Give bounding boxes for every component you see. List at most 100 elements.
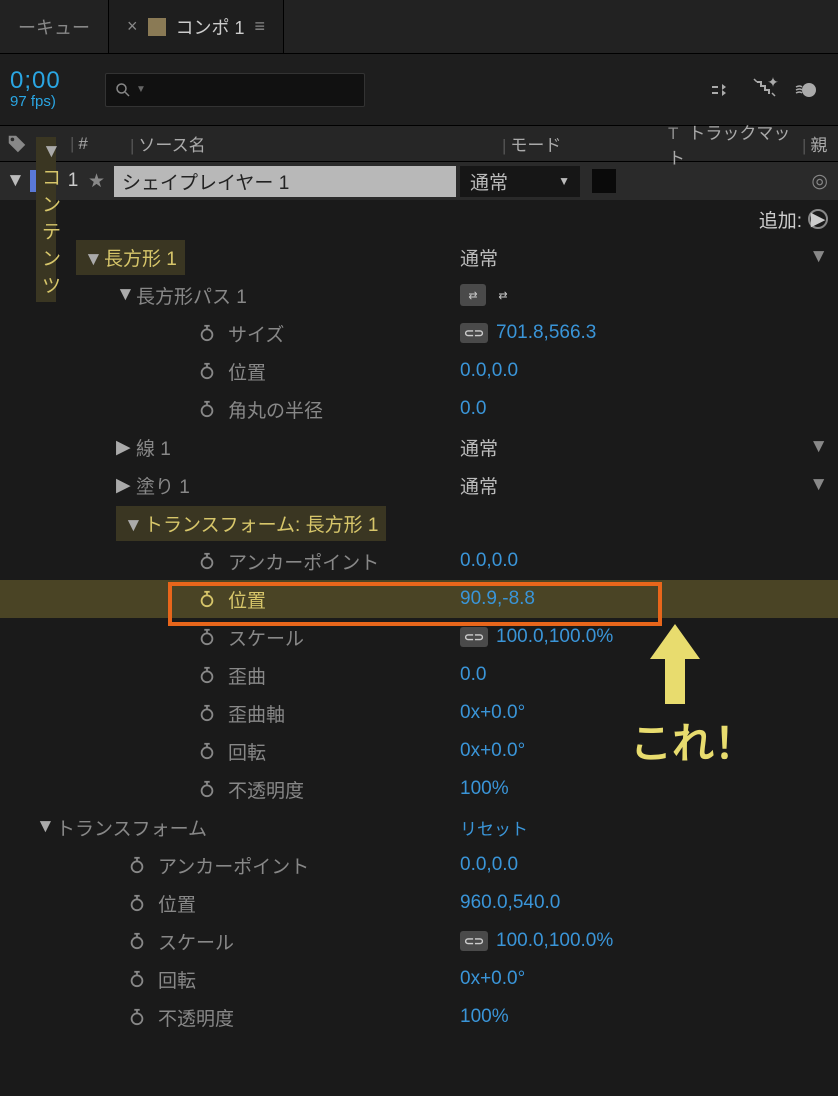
roundness-row[interactable]: 角丸の半径 0.0 — [0, 390, 838, 428]
motion-blur-icon[interactable] — [792, 75, 822, 105]
path-direction-icon-2[interactable]: ⇄ — [490, 284, 516, 306]
stopwatch-icon[interactable] — [196, 360, 218, 382]
main-opacity-row[interactable]: 不透明度 100% — [0, 998, 838, 1036]
xf-skew-row[interactable]: 歪曲 0.0 — [0, 656, 838, 694]
annotation-arrow-icon — [640, 624, 710, 714]
layer-name[interactable]: シェイプレイヤー 1 — [114, 166, 456, 197]
stopwatch-icon[interactable] — [126, 968, 148, 990]
xf-scale-row[interactable]: スケール ⊂⊃100.0,100.0% — [0, 618, 838, 656]
col-mode[interactable]: モード — [510, 136, 561, 155]
main-anchor-row[interactable]: アンカーポイント 0.0,0.0 — [0, 846, 838, 884]
roundness-value[interactable]: 0.0 — [460, 398, 486, 420]
close-icon[interactable]: × — [127, 16, 138, 37]
chevron-down-icon: ▼ — [809, 436, 828, 458]
opacity-value[interactable]: 100% — [460, 778, 509, 800]
stopwatch-icon[interactable] — [126, 930, 148, 952]
position-value[interactable]: 90.9,-8.8 — [460, 588, 535, 610]
tab-menu-icon[interactable]: ≡ — [255, 16, 266, 37]
track-matte-swatch[interactable] — [592, 169, 616, 193]
transform-row[interactable]: ▼トランスフォーム リセット — [0, 808, 838, 846]
size-row[interactable]: サイズ ⊂⊃701.8,566.3 — [0, 314, 838, 352]
path-direction-icon[interactable]: ⇄ — [460, 284, 486, 306]
tab-comp-1[interactable]: × コンポ 1 ≡ — [109, 0, 284, 53]
stopwatch-icon[interactable] — [196, 588, 218, 610]
annotation-text: これ！ — [630, 710, 756, 771]
skewaxis-value[interactable]: 0x+0.0° — [460, 702, 525, 724]
chevron-down-icon: ▼ — [809, 474, 828, 496]
opacity-value[interactable]: 100% — [460, 1006, 509, 1028]
scale-value[interactable]: 100.0,100.0% — [496, 930, 613, 952]
fill-row[interactable]: ▶塗り 1 通常▼ — [0, 466, 838, 504]
timeline-toolbar: 0;00 97 fps) ▼ ✦ — [0, 54, 838, 126]
position-value[interactable]: 0.0,0.0 — [460, 360, 518, 382]
size-value[interactable]: 701.8,566.3 — [496, 322, 596, 344]
parent-pickwhip-icon[interactable]: ◎ — [811, 170, 828, 193]
rect-path-position-row[interactable]: 位置 0.0,0.0 — [0, 352, 838, 390]
col-track[interactable]: トラックマット — [668, 124, 790, 168]
fill-mode-dropdown[interactable]: 通常▼ — [460, 472, 838, 499]
contents-row[interactable]: ▼ コンテンツ 追加:▶ — [0, 200, 838, 238]
layer-toggle-icon[interactable]: ▼ — [6, 170, 24, 192]
stopwatch-icon[interactable] — [126, 1006, 148, 1028]
anchor-value[interactable]: 0.0,0.0 — [460, 550, 518, 572]
rectangle-group-row[interactable]: ▼長方形 1 通常▼ — [0, 238, 838, 276]
rect-path-row[interactable]: ▼長方形パス 1 ⇄⇄ — [0, 276, 838, 314]
tab-queue[interactable]: ーキュー — [0, 0, 109, 53]
search-icon — [114, 81, 132, 99]
anchor-value[interactable]: 0.0,0.0 — [460, 854, 518, 876]
add-button[interactable]: 追加:▶ — [759, 206, 828, 233]
stopwatch-icon[interactable] — [196, 664, 218, 686]
column-headers: |# |ソース名 |モード Tトラックマット |親 — [0, 126, 838, 162]
tag-icon[interactable] — [6, 133, 28, 155]
stroke-mode-dropdown[interactable]: 通常▼ — [460, 434, 838, 461]
main-position-row[interactable]: 位置 960.0,540.0 — [0, 884, 838, 922]
xf-position-row-selected[interactable]: 位置 90.9,-8.8 — [0, 580, 838, 618]
stopwatch-icon[interactable] — [196, 550, 218, 572]
col-parent[interactable]: 親 — [810, 136, 827, 155]
rect-mode-dropdown[interactable]: 通常▼ — [460, 244, 838, 271]
position-value[interactable]: 960.0,540.0 — [460, 892, 560, 914]
link-icon[interactable]: ⊂⊃ — [460, 931, 488, 951]
xf-opacity-row[interactable]: 不透明度 100% — [0, 770, 838, 808]
add-icon: ▶ — [808, 209, 828, 229]
main-rotation-row[interactable]: 回転 0x+0.0° — [0, 960, 838, 998]
toggle-icon[interactable]: ▶ — [116, 436, 136, 459]
stroke-row[interactable]: ▶線 1 通常▼ — [0, 428, 838, 466]
stopwatch-icon[interactable] — [196, 626, 218, 648]
toggle-icon[interactable]: ▼ — [84, 249, 104, 271]
rotation-value[interactable]: 0x+0.0° — [460, 740, 525, 762]
col-number[interactable]: # — [78, 134, 87, 153]
xf-anchor-row[interactable]: アンカーポイント 0.0,0.0 — [0, 542, 838, 580]
tab-bar: ーキュー × コンポ 1 ≡ — [0, 0, 838, 54]
graph-editor-icon[interactable] — [708, 75, 738, 105]
link-icon[interactable]: ⊂⊃ — [460, 627, 488, 647]
col-t[interactable]: T — [668, 124, 678, 143]
search-input[interactable]: ▼ — [105, 73, 365, 107]
skew-value[interactable]: 0.0 — [460, 664, 486, 686]
layer-row[interactable]: ▼ 1 ★ シェイプレイヤー 1 通常▼ ◎ — [0, 162, 838, 200]
link-icon[interactable]: ⊂⊃ — [460, 323, 488, 343]
toggle-icon[interactable]: ▼ — [124, 515, 144, 537]
stopwatch-icon[interactable] — [126, 854, 148, 876]
stopwatch-icon[interactable] — [196, 778, 218, 800]
rotation-value[interactable]: 0x+0.0° — [460, 968, 525, 990]
shy-icon[interactable]: ✦ — [750, 75, 780, 105]
layer-number: 1 — [58, 170, 88, 192]
toggle-icon[interactable]: ▶ — [116, 474, 136, 497]
fps-label: 97 fps) — [10, 93, 95, 110]
stopwatch-icon[interactable] — [196, 740, 218, 762]
scale-value[interactable]: 100.0,100.0% — [496, 626, 613, 648]
stopwatch-icon[interactable] — [196, 702, 218, 724]
main-scale-row[interactable]: スケール ⊂⊃100.0,100.0% — [0, 922, 838, 960]
reset-link[interactable]: リセット — [460, 815, 528, 840]
stopwatch-icon[interactable] — [196, 398, 218, 420]
blend-mode-dropdown[interactable]: 通常▼ — [460, 166, 580, 197]
star-icon[interactable]: ★ — [88, 170, 114, 193]
toggle-icon[interactable]: ▼ — [36, 816, 56, 838]
stopwatch-icon[interactable] — [196, 322, 218, 344]
transform-rect-row[interactable]: ▼トランスフォーム: 長方形 1 — [0, 504, 838, 542]
stopwatch-icon[interactable] — [126, 892, 148, 914]
toggle-icon[interactable]: ▼ — [116, 284, 136, 306]
col-source[interactable]: ソース名 — [138, 136, 205, 155]
timecode[interactable]: 0;00 — [10, 69, 95, 93]
